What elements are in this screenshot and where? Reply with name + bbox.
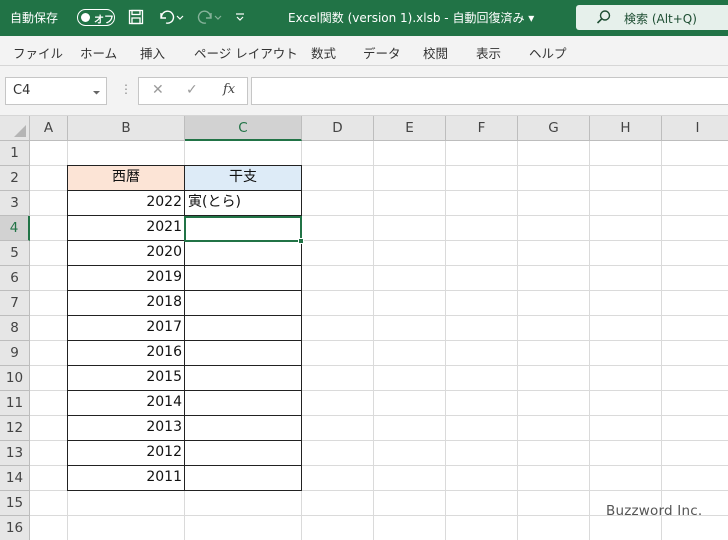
select-all-button[interactable] (0, 116, 30, 141)
watermark: Buzzword Inc. (606, 503, 703, 519)
column-header-g[interactable]: G (518, 116, 590, 141)
cell-b13[interactable]: 2012 (67, 440, 185, 466)
cell-c11[interactable] (184, 390, 302, 416)
column-header-d[interactable]: D (302, 116, 374, 141)
tab-help[interactable]: ヘルプ (529, 43, 567, 62)
column-header-b[interactable]: B (68, 116, 185, 141)
search-label: 検索 (Alt+Q) (624, 12, 697, 26)
cancel-icon[interactable]: ✕ (152, 82, 164, 98)
cell-b7[interactable]: 2018 (67, 290, 185, 316)
cell-c14[interactable] (184, 465, 302, 491)
row-header-14[interactable]: 14 (0, 466, 30, 491)
enter-icon[interactable]: ✓ (186, 82, 198, 98)
formula-bar: C4 ⋮ ✕ ✓ fx (0, 66, 728, 116)
cell-b3[interactable]: 2022 (67, 190, 185, 216)
row-header-4[interactable]: 4 (0, 216, 30, 241)
tab-review[interactable]: 校閲 (423, 43, 448, 62)
tab-view[interactable]: 表示 (476, 43, 501, 62)
tab-page-layout[interactable]: ページ レイアウト (194, 43, 298, 62)
document-title[interactable]: Excel関数 (version 1).xlsb - 自動回復済み ▾ (288, 9, 534, 26)
column-header-h[interactable]: H (590, 116, 662, 141)
active-cell-selection[interactable] (184, 216, 302, 242)
row-header-16[interactable]: 16 (0, 516, 30, 540)
cell-c5[interactable] (184, 240, 302, 266)
ribbon-tabs: ファイル ホーム 挿入 ページ レイアウト 数式 データ 校閲 表示 ヘルプ (0, 36, 728, 66)
cell-b2-header[interactable]: 西暦 (67, 165, 185, 191)
cell-b9[interactable]: 2016 (67, 340, 185, 366)
autosave-toggle[interactable]: オフ (77, 9, 115, 26)
cell-c2-header[interactable]: 干支 (184, 165, 302, 191)
column-header-c[interactable]: C (185, 116, 302, 141)
cell-c13[interactable] (184, 440, 302, 466)
row-header-6[interactable]: 6 (0, 266, 30, 291)
chevron-down-icon[interactable] (92, 86, 101, 101)
fill-handle[interactable] (298, 238, 304, 244)
formula-buttons: ✕ ✓ fx (138, 77, 248, 105)
cell-c6[interactable] (184, 265, 302, 291)
tab-formulas[interactable]: 数式 (311, 43, 336, 62)
column-header-f[interactable]: F (446, 116, 518, 141)
tab-data[interactable]: データ (363, 43, 401, 62)
name-box[interactable]: C4 (5, 77, 107, 105)
row-header-15[interactable]: 15 (0, 491, 30, 516)
spreadsheet-grid[interactable]: A B C D E F G H I 1 2 3 4 5 6 7 8 9 10 1… (0, 116, 728, 540)
column-header-e[interactable]: E (374, 116, 446, 141)
row-header-3[interactable]: 3 (0, 191, 30, 216)
row-header-11[interactable]: 11 (0, 391, 30, 416)
row-header-5[interactable]: 5 (0, 241, 30, 266)
cell-b11[interactable]: 2014 (67, 390, 185, 416)
column-header-i[interactable]: I (662, 116, 728, 141)
row-header-12[interactable]: 12 (0, 416, 30, 441)
undo-icon[interactable] (156, 6, 186, 28)
redo-icon[interactable] (194, 6, 224, 28)
tab-insert[interactable]: 挿入 (140, 43, 165, 62)
title-bar: 自動保存 オフ Excel関数 (version 1).xlsb - 自動回復済… (0, 0, 728, 36)
cell-b10[interactable]: 2015 (67, 365, 185, 391)
cell-c3[interactable]: 寅(とら) (184, 190, 302, 216)
cell-b4[interactable]: 2021 (67, 215, 185, 241)
cell-b14[interactable]: 2011 (67, 465, 185, 491)
toggle-knob (81, 13, 90, 22)
formula-input[interactable] (251, 77, 728, 105)
row-header-13[interactable]: 13 (0, 441, 30, 466)
cell-c7[interactable] (184, 290, 302, 316)
tab-file[interactable]: ファイル (13, 43, 63, 62)
autosave-state: オフ (94, 15, 114, 26)
cell-c8[interactable] (184, 315, 302, 341)
select-all-icon (14, 125, 26, 137)
column-header-a[interactable]: A (30, 116, 68, 141)
autosave-label: 自動保存 (10, 11, 59, 25)
cell-c10[interactable] (184, 365, 302, 391)
row-header-10[interactable]: 10 (0, 366, 30, 391)
cell-c9[interactable] (184, 340, 302, 366)
cell-b5[interactable]: 2020 (67, 240, 185, 266)
resize-handle[interactable]: ⋮ (120, 82, 132, 96)
cell-b6[interactable]: 2019 (67, 265, 185, 291)
cell-b12[interactable]: 2013 (67, 415, 185, 441)
row-header-2[interactable]: 2 (0, 166, 30, 191)
search-icon (596, 9, 612, 29)
row-header-7[interactable]: 7 (0, 291, 30, 316)
save-icon[interactable] (126, 6, 146, 28)
row-header-1[interactable]: 1 (0, 141, 30, 166)
customize-toolbar-icon[interactable] (232, 6, 248, 28)
cell-b8[interactable]: 2017 (67, 315, 185, 341)
name-box-value: C4 (13, 83, 31, 98)
insert-function-icon[interactable]: fx (223, 82, 235, 97)
tab-home[interactable]: ホーム (80, 43, 117, 62)
search-box[interactable]: 検索 (Alt+Q) (576, 5, 728, 30)
row-header-9[interactable]: 9 (0, 341, 30, 366)
cell-c12[interactable] (184, 415, 302, 441)
row-header-8[interactable]: 8 (0, 316, 30, 341)
